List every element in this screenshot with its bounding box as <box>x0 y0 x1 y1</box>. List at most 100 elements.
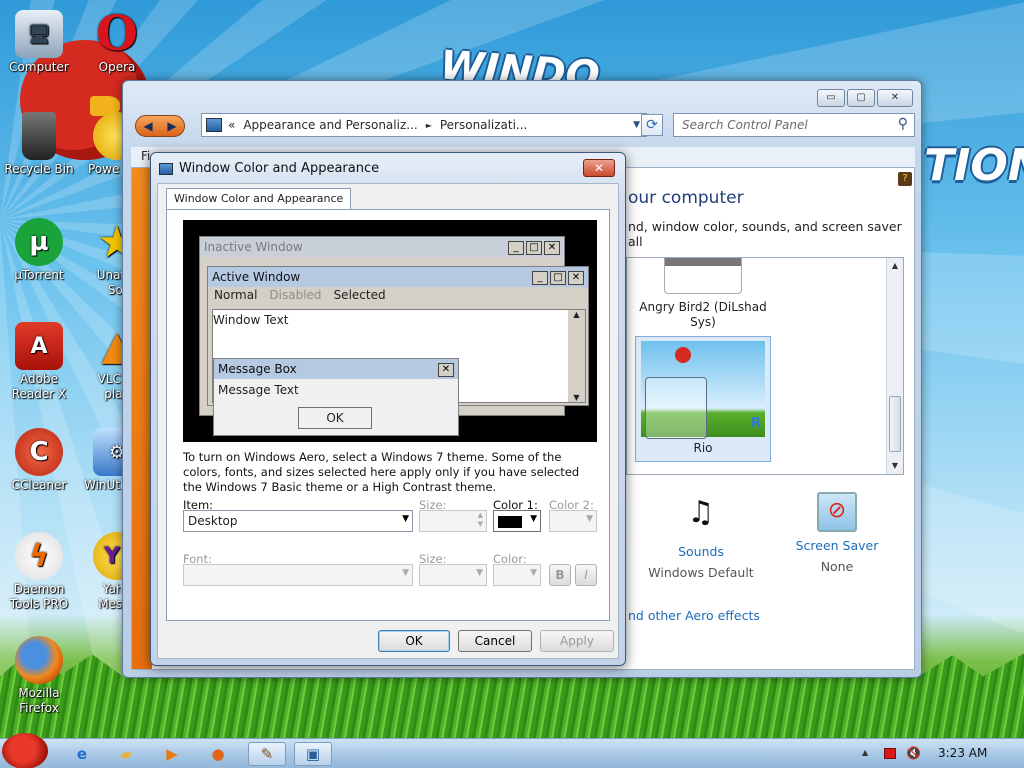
desktop-icon-recycle-bin[interactable]: Recycle Bin <box>0 112 78 177</box>
screensaver-value: None <box>820 559 854 574</box>
ok-button[interactable]: OK <box>378 630 450 652</box>
sounds-value: Windows Default <box>648 565 754 580</box>
breadcrumb-appearance[interactable]: Appearance and Personaliz... <box>243 118 417 132</box>
theme-thumbnail <box>664 258 742 294</box>
preview-message-box[interactable]: Message Box ✕ Message Text OK <box>213 358 459 436</box>
color1-swatch <box>498 515 522 528</box>
search-input[interactable]: Search Control Panel ⚲ <box>673 113 915 137</box>
taskbar-explorer-icon[interactable]: ▰ <box>110 742 142 766</box>
color1-picker[interactable]: ▼ <box>493 510 541 532</box>
aero-effects-link[interactable]: nd other Aero effects <box>628 608 760 623</box>
screensaver-link[interactable]: ⊘ Screen Saver None <box>778 488 896 574</box>
desktop-icon-adobe-reader[interactable]: A Adobe Reader X <box>0 322 78 402</box>
utorrent-icon: µ <box>15 218 63 266</box>
page-heading: our computer <box>628 188 744 208</box>
font-color-picker[interactable]: ▼ <box>493 564 541 586</box>
cancel-button[interactable]: Cancel <box>458 630 532 652</box>
size-spinner[interactable]: ▲ ▼ <box>419 510 487 532</box>
tray-expand-icon[interactable]: ▲ <box>862 748 868 757</box>
help-icon[interactable]: ? <box>898 172 912 186</box>
breadcrumb-personalization[interactable]: Personalizati... <box>440 118 527 132</box>
back-arrow-icon[interactable]: ◀ <box>143 116 152 136</box>
taskbar-personalization-icon[interactable]: ✎ <box>248 742 286 766</box>
appearance-preview[interactable]: Inactive Window _ □ ✕ Active Window _ □ ✕ No… <box>183 220 597 442</box>
refresh-button[interactable]: ⟳ <box>641 114 663 136</box>
themes-list[interactable]: Angry Bird2 (DiLshad Sys) R Rio ▲ ▼ <box>626 257 904 475</box>
sounds-label[interactable]: Sounds <box>642 544 760 559</box>
themes-scrollbar[interactable]: ▲ ▼ <box>886 258 903 474</box>
chevron-down-icon: ▼ <box>586 514 593 524</box>
item-select-value: Desktop <box>188 514 238 528</box>
italic-button[interactable]: I <box>575 564 597 586</box>
chevron-down-icon: ▼ <box>530 514 537 524</box>
screensaver-label[interactable]: Screen Saver <box>778 538 896 553</box>
search-icon[interactable]: ⚲ <box>898 116 908 132</box>
scroll-thumb[interactable] <box>889 396 901 452</box>
bold-button[interactable]: B <box>549 564 571 586</box>
font-select[interactable]: ▼ <box>183 564 413 586</box>
window-color-dialog[interactable]: Window Color and Appearance ✕ Window Col… <box>150 152 626 666</box>
preview-scrollbar: ▲ ▼ <box>568 310 585 402</box>
forward-arrow-icon[interactable]: ▶ <box>167 116 176 136</box>
theme-item-rio[interactable]: R Rio <box>635 336 771 462</box>
apply-button[interactable]: Apply <box>540 630 614 652</box>
back-forward-buttons[interactable]: ◀ ▶ <box>135 115 185 137</box>
breadcrumb-separator: « <box>228 118 236 132</box>
rio-bird-icon <box>675 347 691 363</box>
item-select[interactable]: Desktop ▼ <box>183 510 413 532</box>
dialog-title: Window Color and Appearance <box>179 161 380 176</box>
chevron-down-icon: ▼ <box>402 514 409 524</box>
ccleaner-icon: C <box>15 428 63 476</box>
menu-selected: Selected <box>333 288 386 302</box>
tab-pane: Inactive Window _ □ ✕ Active Window _ □ ✕ No… <box>166 209 610 621</box>
close-button[interactable]: ✕ <box>877 89 913 107</box>
desktop-icon-daemon-tools[interactable]: ϟ Daemon Tools PRO <box>0 532 78 612</box>
message-text: Message Text <box>218 383 299 397</box>
theme-name: Angry Bird2 (DiLshad Sys) <box>639 300 767 329</box>
desktop-icon-utorrent[interactable]: µ µTorrent <box>0 218 78 283</box>
taskbar: e ▰ ▶ ● ✎ ▣ ▲ 🔇 3:23 AM <box>0 733 1024 768</box>
taskbar-ie-icon[interactable]: e <box>66 742 98 766</box>
dialog-close-button[interactable]: ✕ <box>583 159 615 177</box>
maximize-button[interactable]: ▢ <box>847 89 875 107</box>
breadcrumb-arrow-icon[interactable]: ► <box>426 121 432 130</box>
tray-flag-icon[interactable] <box>884 748 896 759</box>
start-button[interactable] <box>2 733 48 768</box>
screen-saver-icon: ⊘ <box>817 492 857 532</box>
taskbar-media-player-icon[interactable]: ▶ <box>156 742 188 766</box>
desktop-icon-computer[interactable]: 🖥 Computer <box>0 10 78 75</box>
tray-volume-muted-icon[interactable]: 🔇 <box>906 746 921 760</box>
system-clock[interactable]: 3:23 AM <box>938 746 987 760</box>
scroll-up-icon[interactable]: ▲ <box>887 258 903 274</box>
sounds-link[interactable]: ♫ Sounds Windows Default <box>642 488 760 580</box>
address-dropdown-icon[interactable]: ▼ <box>633 120 640 130</box>
left-accent-band <box>132 168 152 669</box>
menu-file[interactable]: Fi <box>141 149 150 163</box>
icon-label: Computer <box>9 60 69 74</box>
theme-item-angry-bird[interactable]: Angry Bird2 (DiLshad Sys) <box>635 258 771 336</box>
message-ok-button[interactable]: OK <box>298 407 372 429</box>
refresh-icon: ⟳ <box>646 117 658 133</box>
taskbar-firefox-icon[interactable]: ● <box>202 742 234 766</box>
desktop-icon-firefox[interactable]: Mozilla Firefox <box>0 636 78 716</box>
chevron-down-icon: ▼ <box>476 568 483 578</box>
opera-icon: O <box>96 5 138 62</box>
rio-logo-icon: R <box>750 416 761 431</box>
theme-thumbnail-rio: R <box>641 341 765 439</box>
music-notes-icon: ♫ <box>687 495 715 530</box>
minimize-button[interactable]: ▭ <box>817 89 845 107</box>
address-bar[interactable]: « Appearance and Personaliz... ► Persona… <box>201 113 647 137</box>
icon-label: Recycle Bin <box>4 162 74 176</box>
font-size-select[interactable]: ▼ <box>419 564 487 586</box>
tab-window-color[interactable]: Window Color and Appearance <box>166 188 352 210</box>
taskbar-control-panel-icon[interactable]: ▣ <box>294 742 332 766</box>
recycle-bin-icon <box>22 112 56 160</box>
aero-description: To turn on Windows Aero, select a Window… <box>183 450 580 494</box>
rio-glass-tile <box>645 377 707 439</box>
chevron-down-icon: ▼ <box>530 568 537 578</box>
icon-label: Mozilla Firefox <box>18 686 60 715</box>
scroll-down-icon[interactable]: ▼ <box>887 458 903 474</box>
color2-picker[interactable]: ▼ <box>549 510 597 532</box>
desktop-icon-ccleaner[interactable]: C CCleaner <box>0 428 78 493</box>
desktop-icon-opera[interactable]: O Opera <box>78 10 156 75</box>
